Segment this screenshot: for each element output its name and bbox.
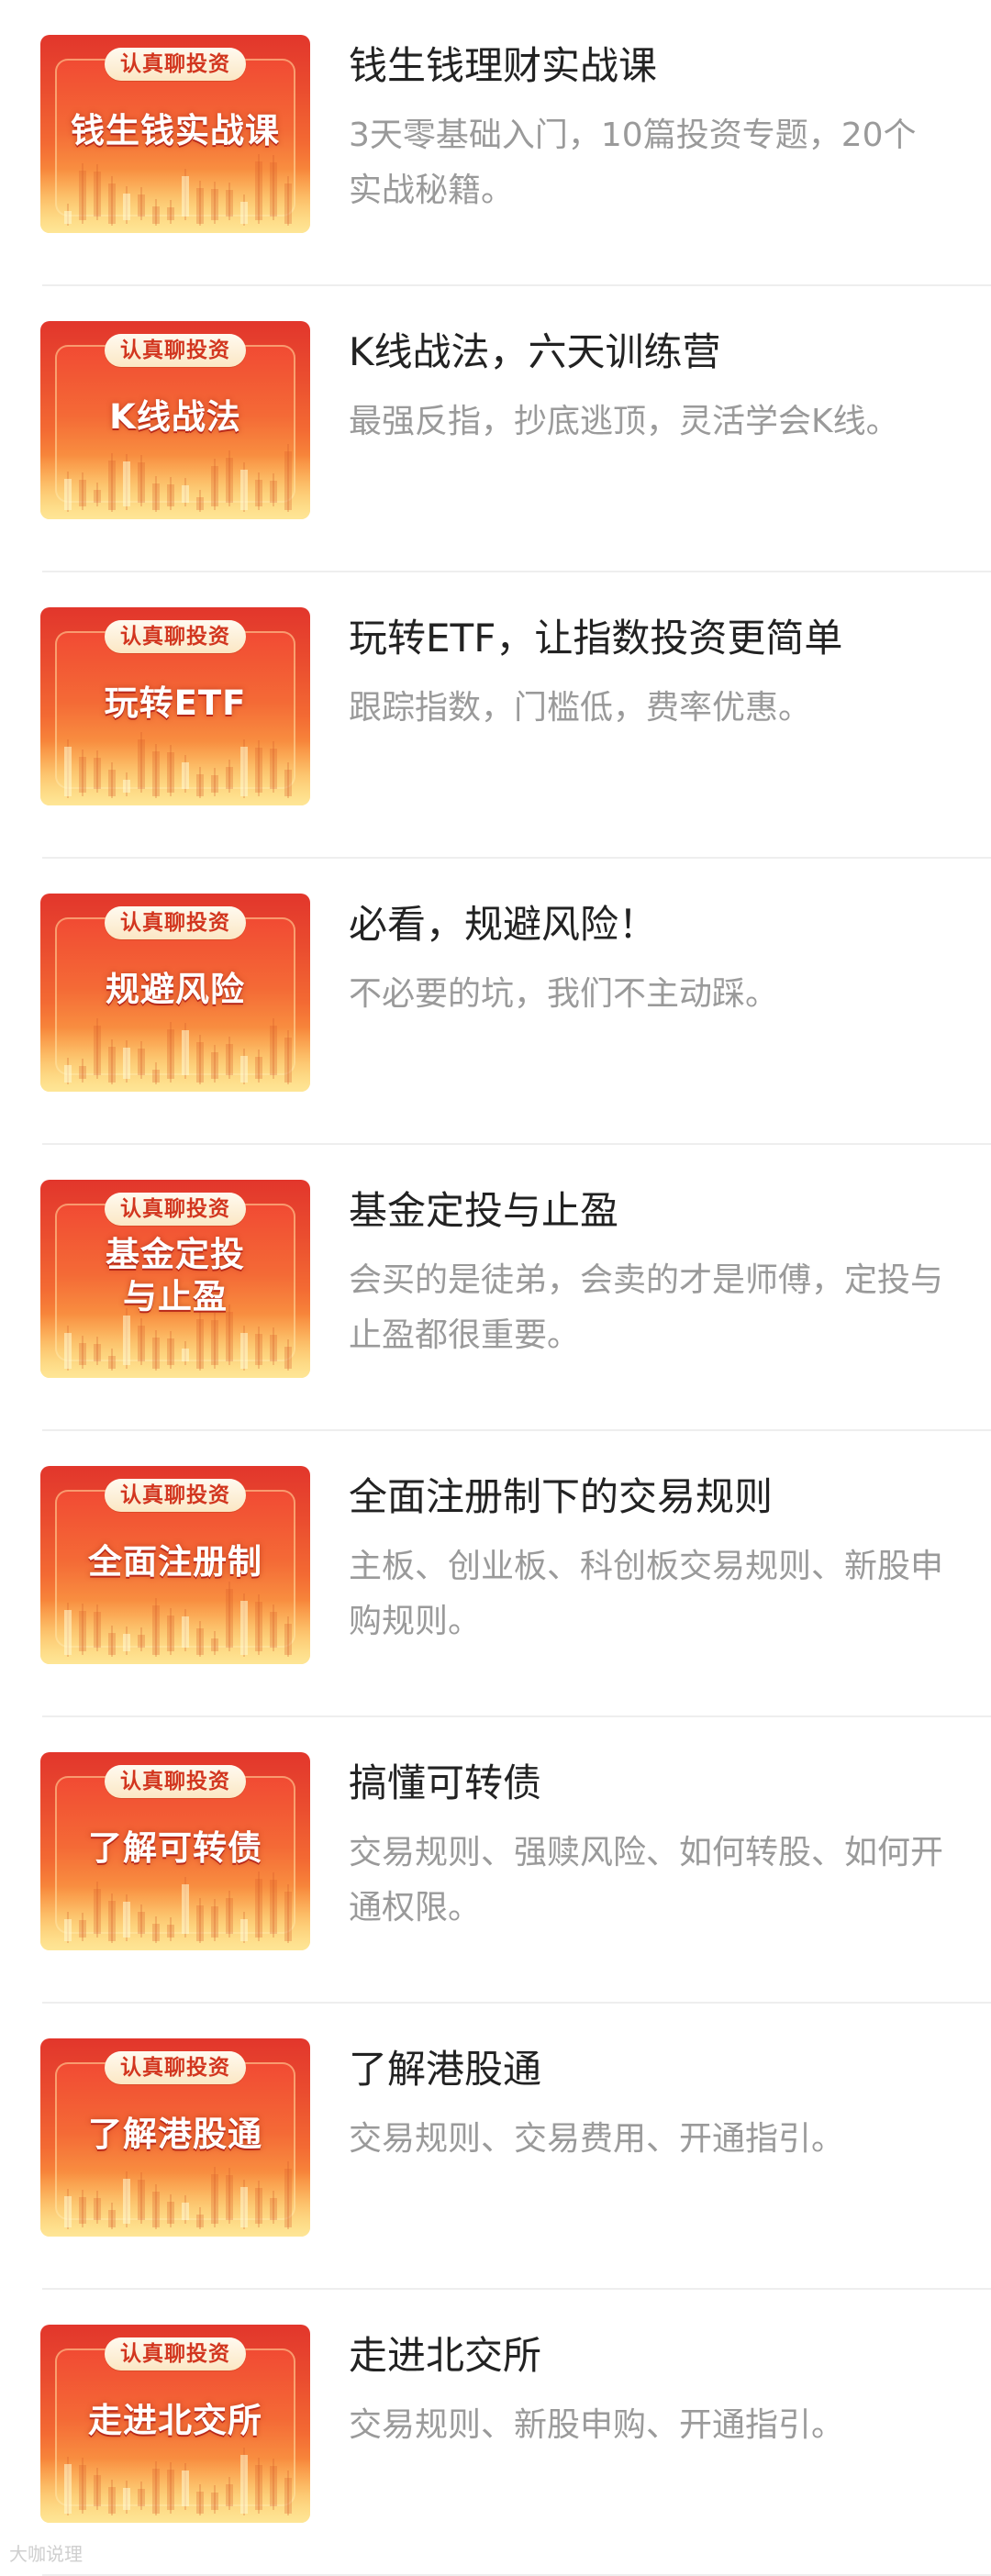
course-thumbnail: 认真聊投资 了解可转债: [40, 1752, 310, 1950]
course-title: 全面注册制下的交易规则: [349, 1474, 774, 1519]
thumbnail-badge: 认真聊投资: [105, 1479, 246, 1512]
course-thumbnail: 认真聊投资 基金定投与止盈: [40, 1180, 310, 1378]
course-thumbnail: 认真聊投资 全面注册制: [40, 1466, 310, 1664]
course-item-0[interactable]: 认真聊投资 钱生钱实战课 钱生钱理财实战课 3天零基础入门，10篇投资专题，20…: [0, 0, 991, 286]
course-description: 会买的是徒弟，会卖的才是师傅，定投与止盈都很重要。: [349, 1261, 944, 1354]
course-thumbnail: 认真聊投资 钱生钱实战课: [40, 35, 310, 233]
course-description: 交易规则、新股申购、开通指引。: [349, 2406, 845, 2444]
thumbnail-badge: 认真聊投资: [105, 2051, 246, 2084]
thumbnail-badge: 认真聊投资: [105, 620, 246, 653]
course-item-7[interactable]: 认真聊投资 了解港股通 了解港股通 交易规则、交易费用、开通指引。: [0, 2004, 991, 2290]
thumbnail-title: K线战法: [109, 397, 241, 437]
watermark-text: 大咖说理: [9, 2543, 83, 2565]
thumbnail-badge: 认真聊投资: [105, 48, 246, 81]
course-item-6[interactable]: 认真聊投资 了解可转债 搞懂可转债 交易规则、强赎风险、如何转股、如何开通权限。: [0, 1717, 991, 2004]
thumbnail-title: 走进北交所: [88, 2401, 262, 2440]
course-thumbnail: 认真聊投资 规避风险: [40, 894, 310, 1092]
course-item-4[interactable]: 认真聊投资 基金定投与止盈 基金定投与止盈 会买的是徒弟，会卖的才是师傅，定投与…: [0, 1145, 991, 1431]
course-item-1[interactable]: 认真聊投资 K线战法 K线战法，六天训练营 最强反指，抄底逃顶，灵活学会K线。: [0, 286, 991, 572]
course-thumbnail: 认真聊投资 了解港股通: [40, 2038, 310, 2237]
thumbnail-title: 基金定投与止盈: [106, 1235, 245, 1316]
course-item-3[interactable]: 认真聊投资 规避风险 必看，规避风险！ 不必要的坑，我们不主动踩。: [0, 859, 991, 1145]
course-title: 基金定投与止盈: [349, 1188, 619, 1233]
course-title: 必看，规避风险！: [349, 902, 658, 947]
course-title: 钱生钱理财实战课: [349, 43, 658, 88]
thumbnail-title: 钱生钱实战课: [71, 111, 280, 150]
course-title: 了解港股通: [349, 2047, 542, 2092]
course-description: 3天零基础入门，10篇投资专题，20个实战秘籍。: [349, 117, 917, 209]
course-description: 交易规则、强赎风险、如何转股、如何开通权限。: [349, 1834, 944, 1926]
thumbnail-title: 玩转ETF: [104, 683, 247, 723]
thumbnail-title: 全面注册制: [88, 1542, 262, 1582]
course-title: 玩转ETF，让指数投资更简单: [349, 616, 843, 661]
thumbnail-badge: 认真聊投资: [105, 2337, 246, 2371]
thumbnail-badge: 认真聊投资: [105, 1765, 246, 1798]
course-title: K线战法，六天训练营: [349, 329, 721, 374]
course-item-5[interactable]: 认真聊投资 全面注册制 全面注册制下的交易规则 主板、创业板、科创板交易规则、新…: [0, 1431, 991, 1717]
course-description: 最强反指，抄底逃顶，灵活学会K线。: [349, 403, 899, 440]
course-description: 交易规则、交易费用、开通指引。: [349, 2120, 845, 2158]
course-title: 搞懂可转债: [349, 1760, 542, 1805]
thumbnail-title: 了解可转债: [88, 1828, 262, 1868]
course-item-2[interactable]: 认真聊投资 玩转ETF 玩转ETF，让指数投资更简单 跟踪指数，门槛低，费率优惠…: [0, 572, 991, 859]
course-item-8[interactable]: 认真聊投资 走进北交所 走进北交所 交易规则、新股申购、开通指引。: [0, 2290, 991, 2576]
thumbnail-title: 规避风险: [106, 970, 245, 1009]
thumbnail-title: 了解港股通: [88, 2115, 262, 2154]
thumbnail-badge: 认真聊投资: [105, 334, 246, 367]
course-title: 走进北交所: [349, 2333, 542, 2378]
course-thumbnail: 认真聊投资 走进北交所: [40, 2325, 310, 2523]
thumbnail-badge: 认真聊投资: [105, 906, 246, 939]
thumbnail-badge: 认真聊投资: [105, 1193, 246, 1226]
course-description: 跟踪指数，门槛低，费率优惠。: [349, 689, 812, 727]
course-description: 主板、创业板、科创板交易规则、新股申购规则。: [349, 1548, 944, 1640]
course-thumbnail: 认真聊投资 玩转ETF: [40, 607, 310, 805]
course-thumbnail: 认真聊投资 K线战法: [40, 321, 310, 519]
course-description: 不必要的坑，我们不主动踩。: [349, 975, 779, 1013]
